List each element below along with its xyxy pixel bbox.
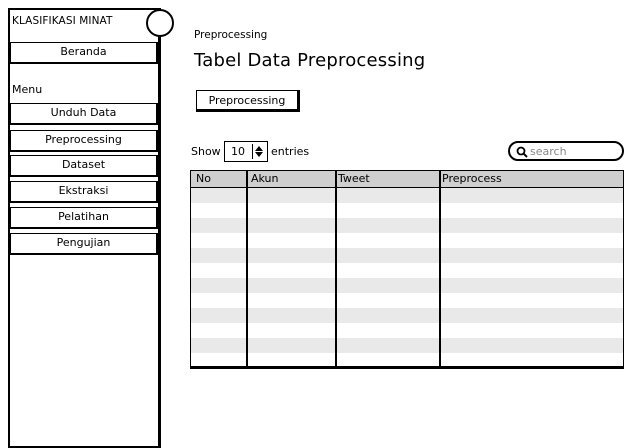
data-table: No Akun Tweet Preprocess bbox=[190, 170, 624, 369]
table-row bbox=[191, 188, 623, 203]
sidebar-item-beranda[interactable]: Beranda bbox=[10, 42, 158, 64]
column-divider bbox=[246, 171, 248, 366]
table-row bbox=[191, 203, 623, 218]
table-row bbox=[191, 293, 623, 308]
logo-circle-icon bbox=[146, 9, 174, 37]
search-icon bbox=[516, 146, 528, 158]
table-row bbox=[191, 353, 623, 366]
column-divider bbox=[439, 171, 441, 366]
show-label: Show bbox=[191, 145, 221, 158]
table-row bbox=[191, 248, 623, 263]
page-title: Tabel Data Preprocessing bbox=[194, 50, 426, 71]
search-placeholder: search bbox=[530, 145, 567, 158]
table-row bbox=[191, 338, 623, 353]
table-row bbox=[191, 263, 623, 278]
sidebar-item-dataset[interactable]: Dataset bbox=[10, 155, 158, 177]
spinner-icon[interactable] bbox=[252, 144, 264, 159]
column-header-preprocess[interactable]: Preprocess bbox=[442, 171, 502, 187]
entries-value: 10 bbox=[231, 145, 245, 158]
menu-heading: Menu bbox=[12, 83, 43, 96]
table-row bbox=[191, 233, 623, 248]
sidebar-item-ekstraksi[interactable]: Ekstraksi bbox=[10, 181, 158, 203]
column-header-tweet[interactable]: Tweet bbox=[338, 171, 370, 187]
entries-select[interactable]: 10 bbox=[224, 141, 268, 162]
table-row bbox=[191, 308, 623, 323]
sidebar-item-pengujian[interactable]: Pengujian bbox=[10, 233, 158, 255]
search-input[interactable]: search bbox=[508, 141, 624, 161]
preprocessing-button[interactable]: Preprocessing bbox=[196, 90, 300, 112]
breadcrumb: Preprocessing bbox=[194, 29, 268, 41]
entries-label: entries bbox=[271, 145, 310, 158]
column-header-akun[interactable]: Akun bbox=[251, 171, 279, 187]
app-title: KLASIFIKASI MINAT bbox=[12, 15, 113, 27]
sidebar-item-preprocessing[interactable]: Preprocessing bbox=[10, 130, 158, 152]
table-row bbox=[191, 278, 623, 293]
sidebar-item-pelatihan[interactable]: Pelatihan bbox=[10, 207, 158, 229]
column-divider bbox=[335, 171, 337, 366]
table-row bbox=[191, 218, 623, 233]
column-header-no[interactable]: No bbox=[196, 171, 211, 187]
table-row bbox=[191, 323, 623, 338]
sidebar-item-unduh-data[interactable]: Unduh Data bbox=[10, 103, 158, 125]
